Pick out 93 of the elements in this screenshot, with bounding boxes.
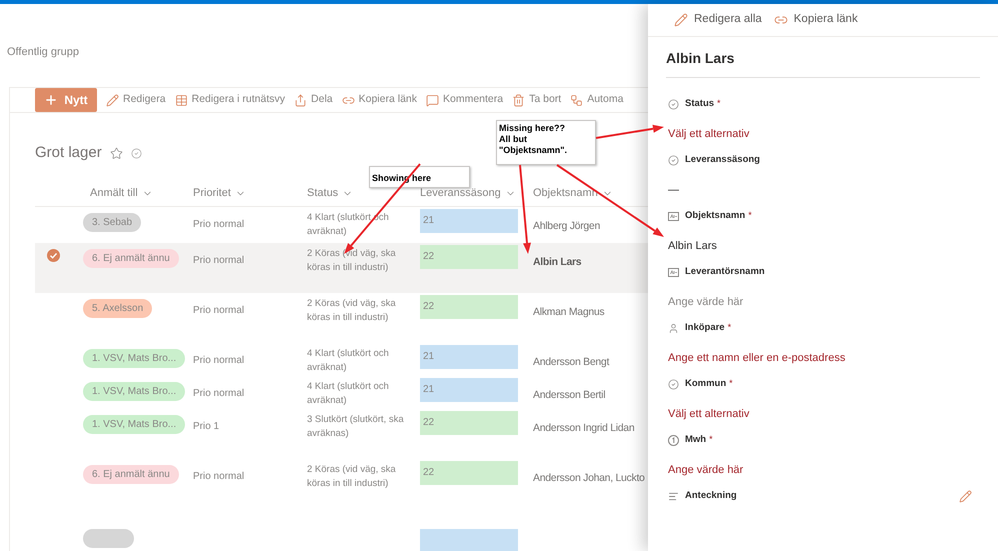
column-header[interactable]: Prioritet — [193, 184, 307, 202]
status-text: 2 Köras (vid väg, ska köras in till industri) — [307, 246, 397, 274]
name-text: Andersson Johan, Luckto — [533, 472, 645, 484]
required-mark: * — [728, 321, 732, 334]
assignee-pill: 1. VSV, Mats Bro... — [83, 414, 186, 434]
priority-text: Prio 1 — [193, 420, 220, 432]
toolbar-button[interactable]: Redigera i rutnätsvy — [174, 92, 286, 108]
pencil-icon — [674, 13, 688, 27]
season-cell: 21 — [420, 378, 518, 402]
lines-icon — [668, 490, 679, 502]
list-title: Grot lager — [35, 143, 102, 163]
field-label: Objektsnamn — [685, 209, 746, 223]
assignee-pill: 6. Ej anmält ännu — [83, 464, 179, 484]
input-field[interactable]: Välj ett alternativ — [668, 406, 980, 423]
assignee-pill: 1. VSV, Mats Bro... — [83, 348, 186, 368]
assignee-pill: 1. VSV, Mats Bro... — [83, 382, 186, 400]
person-icon — [668, 322, 679, 334]
column-header[interactable]: Objektsnamn — [526, 184, 648, 202]
table-row[interactable]: 6. Ej anmält ännu Prio normal 2 Köras (vid väg, ska köras in till industri) 22 Albin Lars — [35, 242, 648, 292]
toolbar-button[interactable]: Dela — [294, 92, 333, 108]
plus-icon — [44, 93, 58, 107]
star-icon[interactable] — [110, 146, 123, 160]
required-mark: * — [709, 433, 713, 446]
name-text: Andersson Bertil — [533, 388, 606, 400]
annotation-arrow — [596, 124, 664, 139]
priority-text: Prio normal — [193, 470, 244, 482]
field-value[interactable]: — — [668, 182, 679, 199]
name-text: Ahlberg Jörgen — [533, 220, 600, 232]
season-cell: 21 — [420, 208, 518, 232]
status-text: 4 Klart (slutkört och avräknat) — [307, 380, 390, 408]
edit-icon[interactable] — [959, 490, 972, 503]
grid-icon — [174, 94, 188, 106]
input-field[interactable]: Ange värde här — [668, 294, 980, 311]
share-icon — [294, 94, 308, 106]
textbox-icon — [668, 212, 679, 221]
field-label: Leverantörsnamn — [685, 265, 765, 279]
toolbar-button[interactable]: Redigera — [106, 92, 166, 108]
check-circle-icon[interactable] — [130, 148, 142, 159]
name-text: Andersson Bengt — [533, 356, 610, 368]
required-mark: * — [717, 97, 721, 110]
check-circle-icon — [668, 98, 679, 110]
priority-text: Prio normal — [193, 388, 244, 398]
new-button[interactable]: Nytt — [35, 88, 97, 112]
season-cell: 21 — [420, 344, 518, 368]
comment-icon — [426, 94, 439, 106]
panel-action-button[interactable]: Kopiera länk — [774, 11, 858, 29]
toolbar-button[interactable]: Ta bort — [512, 92, 562, 108]
field-label: Leveranssäsong — [685, 153, 760, 167]
toolbar-button[interactable]: Automa — [570, 92, 624, 108]
pencil-icon — [106, 94, 119, 106]
season-cell: 22 — [420, 294, 518, 318]
priority-text: Prio normal — [193, 354, 244, 366]
item-title: Albin Lars — [666, 50, 734, 66]
number-circle-icon — [668, 434, 679, 446]
name-text: Albin Lars — [533, 256, 582, 268]
season-cell: 22 — [420, 460, 518, 484]
season-cell: 22 — [420, 410, 518, 434]
priority-text: Prio normal — [193, 218, 244, 230]
input-field[interactable]: Ange ett namn eller en e-postadress — [668, 350, 980, 367]
field-value[interactable]: Albin Lars — [668, 238, 717, 255]
assignee-pill: 6. Ej anmält ännu — [83, 248, 179, 268]
priority-text: Prio normal — [193, 304, 244, 316]
callout-note: Missing here?? All but "Objektsnamn". — [496, 120, 596, 165]
group-label: Offentlig grupp — [7, 46, 79, 58]
name-text: Alkman Magnus — [533, 306, 604, 318]
toolbar-button[interactable]: Kommentera — [426, 92, 504, 108]
season-cell: 22 — [420, 244, 518, 268]
toolbar-button[interactable]: Kopiera länk — [342, 92, 417, 108]
status-text: 2 Köras (vid väg, ska köras in till industri) — [307, 462, 397, 490]
assignee-pill: 5. Axelsson — [83, 298, 152, 318]
check-circle-icon — [668, 154, 679, 166]
column-header[interactable]: Anmält till — [80, 184, 193, 202]
status-text: 3 Slutkört (slutkört, ska avräknas) — [307, 412, 405, 440]
flow-icon — [570, 94, 584, 106]
input-field[interactable]: Ange värde här — [668, 462, 980, 479]
panel-action-button[interactable]: Redigera alla — [674, 11, 762, 29]
required-mark: * — [729, 377, 733, 390]
textbox-icon — [668, 268, 679, 277]
assignee-pill: 3. Sebab — [83, 212, 142, 232]
field-label: Inköpare — [685, 321, 725, 335]
required-mark: * — [748, 209, 752, 222]
check-circle-icon — [668, 378, 679, 390]
status-text: 4 Klart (slutkört och avräknat) — [307, 346, 390, 374]
field-label: Anteckning — [685, 489, 737, 503]
field-label: Status — [685, 97, 714, 111]
check-circle-icon[interactable] — [47, 248, 60, 262]
input-field[interactable]: Välj ett alternativ — [668, 126, 980, 143]
trash-icon — [512, 94, 526, 106]
field-label: Mwh — [685, 433, 706, 447]
priority-text: Prio normal — [193, 254, 244, 266]
status-text: 2 Köras (vid väg, ska köras in till industri) — [307, 296, 397, 324]
name-text: Andersson Ingrid Lidan — [533, 422, 634, 434]
field-label: Kommun — [685, 377, 726, 391]
